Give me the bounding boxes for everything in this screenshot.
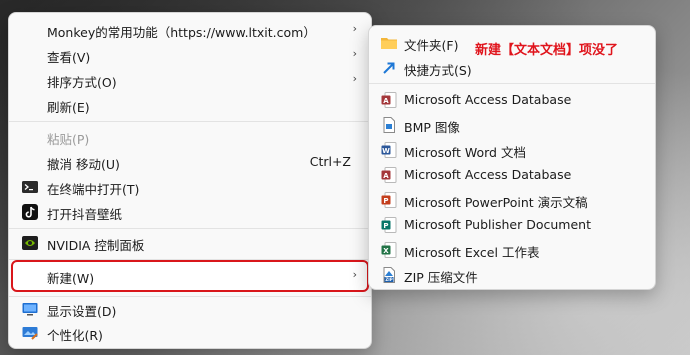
- submenu-item-label: Microsoft Publisher Document: [404, 217, 591, 232]
- submenu-item-label: 快捷方式(S): [404, 63, 472, 78]
- chevron-right-icon: ›: [352, 47, 357, 60]
- submenu-item-label: 文件夹(F): [404, 38, 459, 53]
- menu-item-label: 刷新(E): [47, 100, 90, 115]
- submenu-item-folder[interactable]: 文件夹(F): [373, 31, 651, 55]
- menu-item-label: 撤消 移动(U): [47, 157, 120, 172]
- folder-icon: [380, 34, 398, 52]
- zip-icon: ZIP: [380, 266, 398, 284]
- menu-item-label: 个性化(R): [47, 328, 103, 343]
- menu-item-label: 在终端中打开(T): [47, 182, 140, 197]
- submenu-item-label: Microsoft PowerPoint 演示文稿: [404, 195, 588, 210]
- menu-item-personalize[interactable]: 个性化(R): [13, 321, 367, 345]
- menu-divider: [9, 259, 371, 260]
- menu-item-nvidia-control-panel[interactable]: NVIDIA 控制面板: [13, 231, 367, 255]
- menu-item-tiktok-wallpaper[interactable]: 打开抖音壁纸: [13, 200, 367, 224]
- menu-item-label: 查看(V): [47, 50, 91, 65]
- shortcut-text: Ctrl+Z: [309, 154, 351, 169]
- chevron-right-icon: ›: [352, 72, 357, 85]
- submenu-item-label: Microsoft Excel 工作表: [404, 245, 540, 260]
- menu-item-label: 排序方式(O): [47, 75, 117, 90]
- submenu-item-bmp[interactable]: BMP 图像: [373, 113, 651, 137]
- submenu-item-label: BMP 图像: [404, 120, 460, 135]
- submenu-item-powerpoint[interactable]: P Microsoft PowerPoint 演示文稿: [373, 188, 651, 212]
- submenu-item-zip[interactable]: ZIP ZIP 压缩文件: [373, 263, 651, 287]
- menu-item-label: 打开抖音壁纸: [47, 207, 123, 222]
- svg-text:W: W: [382, 147, 390, 155]
- menu-item-monkey-tools[interactable]: Monkey的常用功能（https://www.ltxit.com） ›: [13, 18, 367, 42]
- svg-text:X: X: [383, 247, 389, 255]
- menu-item-sort-by[interactable]: 排序方式(O) ›: [13, 68, 367, 92]
- menu-item-label: 新建(W): [47, 271, 95, 286]
- submenu-divider: [369, 83, 655, 84]
- submenu-item-publisher[interactable]: P Microsoft Publisher Document: [373, 213, 651, 237]
- menu-item-undo-move[interactable]: 撤消 移动(U) Ctrl+Z: [13, 150, 367, 174]
- personalize-icon: [21, 324, 39, 342]
- menu-item-label: Monkey的常用功能（https://www.ltxit.com）: [47, 25, 316, 40]
- svg-text:ZIP: ZIP: [385, 277, 392, 282]
- submenu-item-shortcut[interactable]: 快捷方式(S): [373, 56, 651, 80]
- display-settings-icon: [21, 300, 39, 318]
- svg-text:A: A: [383, 97, 389, 105]
- svg-text:P: P: [383, 222, 388, 230]
- menu-divider: [9, 228, 371, 229]
- submenu-item-access-db[interactable]: A Microsoft Access Database: [373, 88, 651, 112]
- nvidia-icon: [21, 234, 39, 252]
- menu-item-new[interactable]: 新建(W) ›: [11, 260, 369, 292]
- terminal-icon: [21, 178, 39, 196]
- excel-icon: X: [380, 241, 398, 259]
- powerpoint-icon: P: [380, 191, 398, 209]
- word-icon: W: [380, 141, 398, 159]
- bmp-icon: [380, 116, 398, 134]
- submenu-item-access-db-2[interactable]: A Microsoft Access Database: [373, 163, 651, 187]
- menu-item-label: 粘贴(P): [47, 132, 90, 147]
- submenu-item-label: Microsoft Access Database: [404, 167, 572, 182]
- access-icon: A: [380, 166, 398, 184]
- chevron-right-icon: ›: [352, 22, 357, 35]
- shortcut-icon: [380, 59, 398, 77]
- chevron-right-icon: ›: [352, 268, 357, 281]
- access-icon: A: [380, 91, 398, 109]
- new-submenu: 新建【文本文档】项没了 文件夹(F) 快捷方式(S) A Microsoft A…: [368, 25, 656, 290]
- menu-item-refresh[interactable]: 刷新(E): [13, 93, 367, 117]
- tiktok-icon: [21, 203, 39, 221]
- menu-item-view[interactable]: 查看(V) ›: [13, 43, 367, 67]
- menu-divider: [9, 121, 371, 122]
- submenu-item-label: Microsoft Access Database: [404, 92, 572, 107]
- submenu-item-excel[interactable]: X Microsoft Excel 工作表: [373, 238, 651, 262]
- menu-item-paste: 粘贴(P): [13, 125, 367, 149]
- svg-text:A: A: [383, 172, 389, 180]
- menu-item-display-settings[interactable]: 显示设置(D): [13, 297, 367, 321]
- submenu-item-word-doc[interactable]: W Microsoft Word 文档: [373, 138, 651, 162]
- menu-item-open-terminal[interactable]: 在终端中打开(T): [13, 175, 367, 199]
- context-menu: Monkey的常用功能（https://www.ltxit.com） › 查看(…: [8, 12, 372, 349]
- menu-item-label: NVIDIA 控制面板: [47, 238, 145, 253]
- svg-text:P: P: [383, 197, 388, 205]
- submenu-item-label: Microsoft Word 文档: [404, 145, 526, 160]
- submenu-item-label: ZIP 压缩文件: [404, 270, 478, 285]
- menu-item-label: 显示设置(D): [47, 304, 117, 319]
- publisher-icon: P: [380, 216, 398, 234]
